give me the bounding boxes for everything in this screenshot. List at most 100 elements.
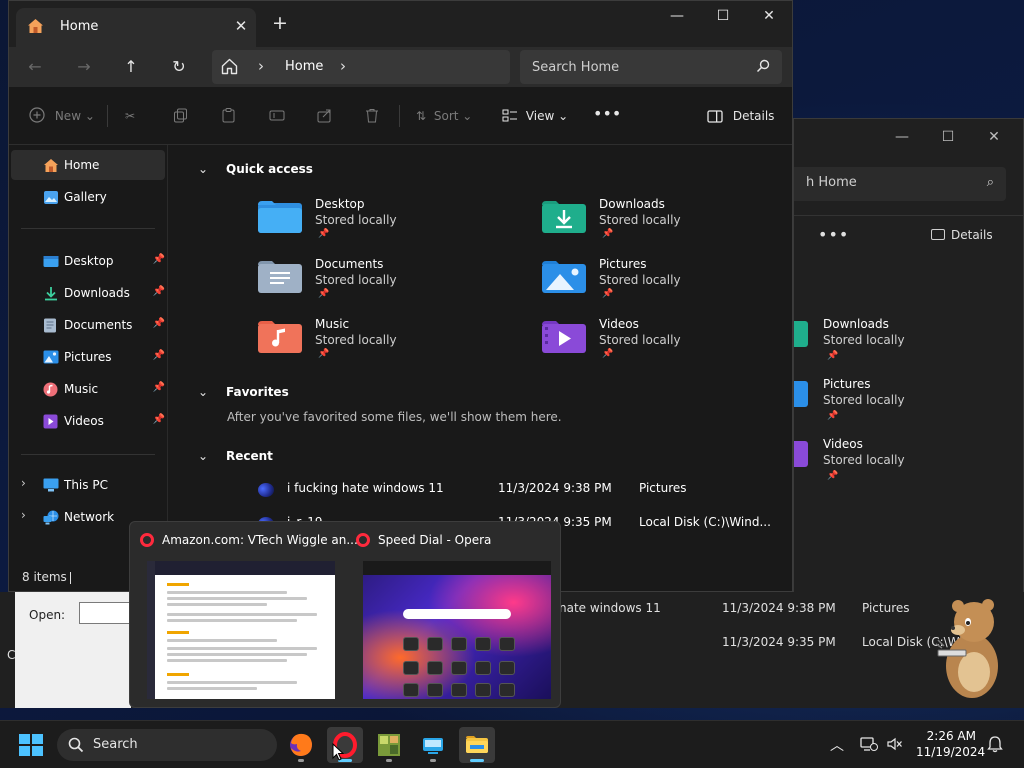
item-sub: Stored locally — [315, 333, 397, 347]
item-name: Videos — [823, 437, 863, 451]
chevron-right-icon[interactable]: › — [340, 57, 346, 75]
address-box[interactable]: › Home › — [212, 50, 510, 84]
home-outline-icon — [221, 58, 238, 78]
new-tab-button[interactable]: + — [270, 13, 290, 33]
new-button[interactable]: New ⌄ — [29, 107, 95, 125]
forward-button[interactable]: → — [70, 54, 98, 80]
item-sub: Stored locally — [823, 453, 905, 467]
delete-icon[interactable] — [365, 107, 379, 125]
sidebar-item-videos[interactable]: Videos 📌 — [11, 406, 165, 436]
pin-icon: 📌 — [827, 411, 839, 421]
refresh-button[interactable]: ↻ — [165, 54, 193, 80]
search-input[interactable] — [520, 50, 782, 84]
rename-icon[interactable] — [269, 107, 285, 125]
taskbar-search[interactable]: Search — [57, 729, 277, 761]
chevron-down-icon[interactable]: ⌄ — [198, 162, 212, 176]
background-search-input[interactable]: h Home ⌕ — [794, 167, 1006, 201]
bg-recent-date: 11/3/2024 9:38 PM — [722, 601, 836, 615]
details-button[interactable]: Details — [931, 228, 993, 242]
firefox-icon[interactable] — [283, 727, 319, 763]
chevron-up-icon[interactable]: ︿ — [830, 735, 844, 755]
close-window-button[interactable]: ✕ — [746, 1, 792, 33]
recent-location: Pictures — [639, 481, 687, 495]
sidebar-item-gallery[interactable]: Gallery — [11, 182, 165, 212]
item-sub: Stored locally — [599, 213, 681, 227]
quick-access-item-videos[interactable]: Videos Stored locally 📌 — [542, 317, 782, 369]
copy-icon[interactable] — [173, 107, 188, 125]
sidebar-item-this-pc[interactable]: › This PC — [11, 470, 165, 500]
display-icon[interactable] — [860, 736, 878, 755]
up-button[interactable]: ↑ — [117, 54, 145, 80]
breadcrumb-home[interactable]: Home — [285, 59, 323, 74]
cut-icon[interactable]: ✂ — [125, 107, 135, 125]
bg-recent-name[interactable]: nate windows 11 — [559, 601, 661, 615]
recent-header[interactable]: ⌄ Recent — [198, 449, 273, 463]
run-dialog[interactable]: Open: — [15, 592, 139, 708]
pin-icon[interactable]: 📌 — [153, 254, 165, 265]
more-options-button[interactable]: ••• — [593, 105, 621, 123]
share-icon[interactable] — [317, 107, 333, 125]
chevron-right-icon[interactable]: › — [258, 57, 264, 75]
quick-access-item-downloads[interactable]: Downloads Stored locally 📌 — [542, 197, 782, 249]
quick-access-item-desktop[interactable]: Desktop Stored locally 📌 — [258, 197, 498, 249]
chevron-right-icon[interactable]: › — [21, 508, 26, 522]
tab-home[interactable]: Home ✕ — [16, 8, 256, 47]
file-explorer-icon[interactable] — [459, 727, 495, 763]
app-icon[interactable] — [415, 727, 451, 763]
search-box[interactable] — [520, 50, 782, 84]
file-explorer-window[interactable]: Home ✕ + — ☐ ✕ ← → ↑ ↻ › Home › Ne — [8, 0, 793, 592]
sidebar-item-music[interactable]: Music 📌 — [11, 374, 165, 404]
desktop-mascot[interactable] — [928, 592, 1010, 702]
plus-circle-icon — [29, 107, 45, 123]
details-button[interactable]: Details — [707, 107, 774, 125]
notification-bell-icon[interactable] — [987, 735, 1003, 756]
item-sub: Stored locally — [315, 213, 397, 227]
opera-icon — [140, 533, 154, 547]
view-button[interactable]: View ⌄ — [502, 107, 568, 125]
item-name: Documents — [315, 257, 384, 271]
background-search-text: h Home — [806, 175, 857, 190]
game-icon[interactable] — [371, 727, 407, 763]
clock-date: 11/19/2024 — [916, 745, 986, 759]
maximize-button[interactable]: ☐ — [700, 1, 746, 33]
recent-row[interactable]: i fucking hate windows 11 11/3/2024 9:38… — [258, 479, 792, 501]
sidebar-item-desktop[interactable]: Desktop 📌 — [11, 246, 165, 276]
pictures-folder-icon — [542, 261, 586, 293]
close-icon[interactable]: ✕ — [984, 127, 1004, 147]
chevron-right-icon[interactable]: › — [21, 476, 26, 490]
quick-access-header[interactable]: ⌄ Quick access — [198, 162, 313, 176]
content-pane: ⌄ Quick access Desktop Stored locally 📌 D… — [167, 145, 792, 568]
maximize-icon[interactable]: ☐ — [938, 127, 958, 147]
sidebar-item-documents[interactable]: Documents 📌 — [11, 310, 165, 340]
quick-access-item-music[interactable]: Music Stored locally 📌 — [258, 317, 498, 369]
sidebar-item-label: Videos — [64, 414, 104, 428]
pin-icon[interactable]: 📌 — [153, 382, 165, 393]
search-icon: ⌕ — [986, 175, 994, 190]
sidebar-item-downloads[interactable]: Downloads 📌 — [11, 278, 165, 308]
pin-icon[interactable]: 📌 — [153, 286, 165, 297]
minimize-button[interactable]: — — [654, 1, 700, 33]
chevron-down-icon[interactable]: ⌄ — [198, 385, 212, 399]
thumbnail-amazon[interactable]: Amazon.com: VTech Wiggle an... — [130, 522, 358, 707]
sidebar-item-pictures[interactable]: Pictures 📌 — [11, 342, 165, 372]
chevron-down-icon[interactable]: ⌄ — [198, 449, 212, 463]
pin-icon: 📌 — [318, 229, 330, 239]
quick-access-item-pictures[interactable]: Pictures Stored locally 📌 — [542, 257, 782, 309]
more-options-button[interactable]: ••• — [818, 225, 849, 244]
pin-icon[interactable]: 📌 — [153, 414, 165, 425]
sort-button[interactable]: ⇅ Sort ⌄ — [416, 107, 472, 125]
back-button[interactable]: ← — [21, 54, 49, 80]
quick-access-item-documents[interactable]: Documents Stored locally 📌 — [258, 257, 498, 309]
start-button[interactable] — [19, 734, 43, 756]
minimize-icon[interactable]: — — [892, 127, 912, 147]
pin-icon[interactable]: 📌 — [153, 318, 165, 329]
paste-icon[interactable] — [221, 107, 236, 125]
downloads-folder-icon — [542, 201, 586, 233]
sidebar-item-home[interactable]: Home — [11, 150, 165, 180]
volume-muted-icon[interactable] — [887, 737, 903, 754]
clock[interactable]: 2:26 AM 11/19/2024 — [916, 728, 986, 760]
favorites-header[interactable]: ⌄ Favorites — [198, 385, 289, 399]
thumbnail-speed-dial[interactable]: Speed Dial - Opera — [346, 522, 560, 707]
close-tab-icon[interactable]: ✕ — [232, 17, 250, 35]
pin-icon[interactable]: 📌 — [153, 350, 165, 361]
